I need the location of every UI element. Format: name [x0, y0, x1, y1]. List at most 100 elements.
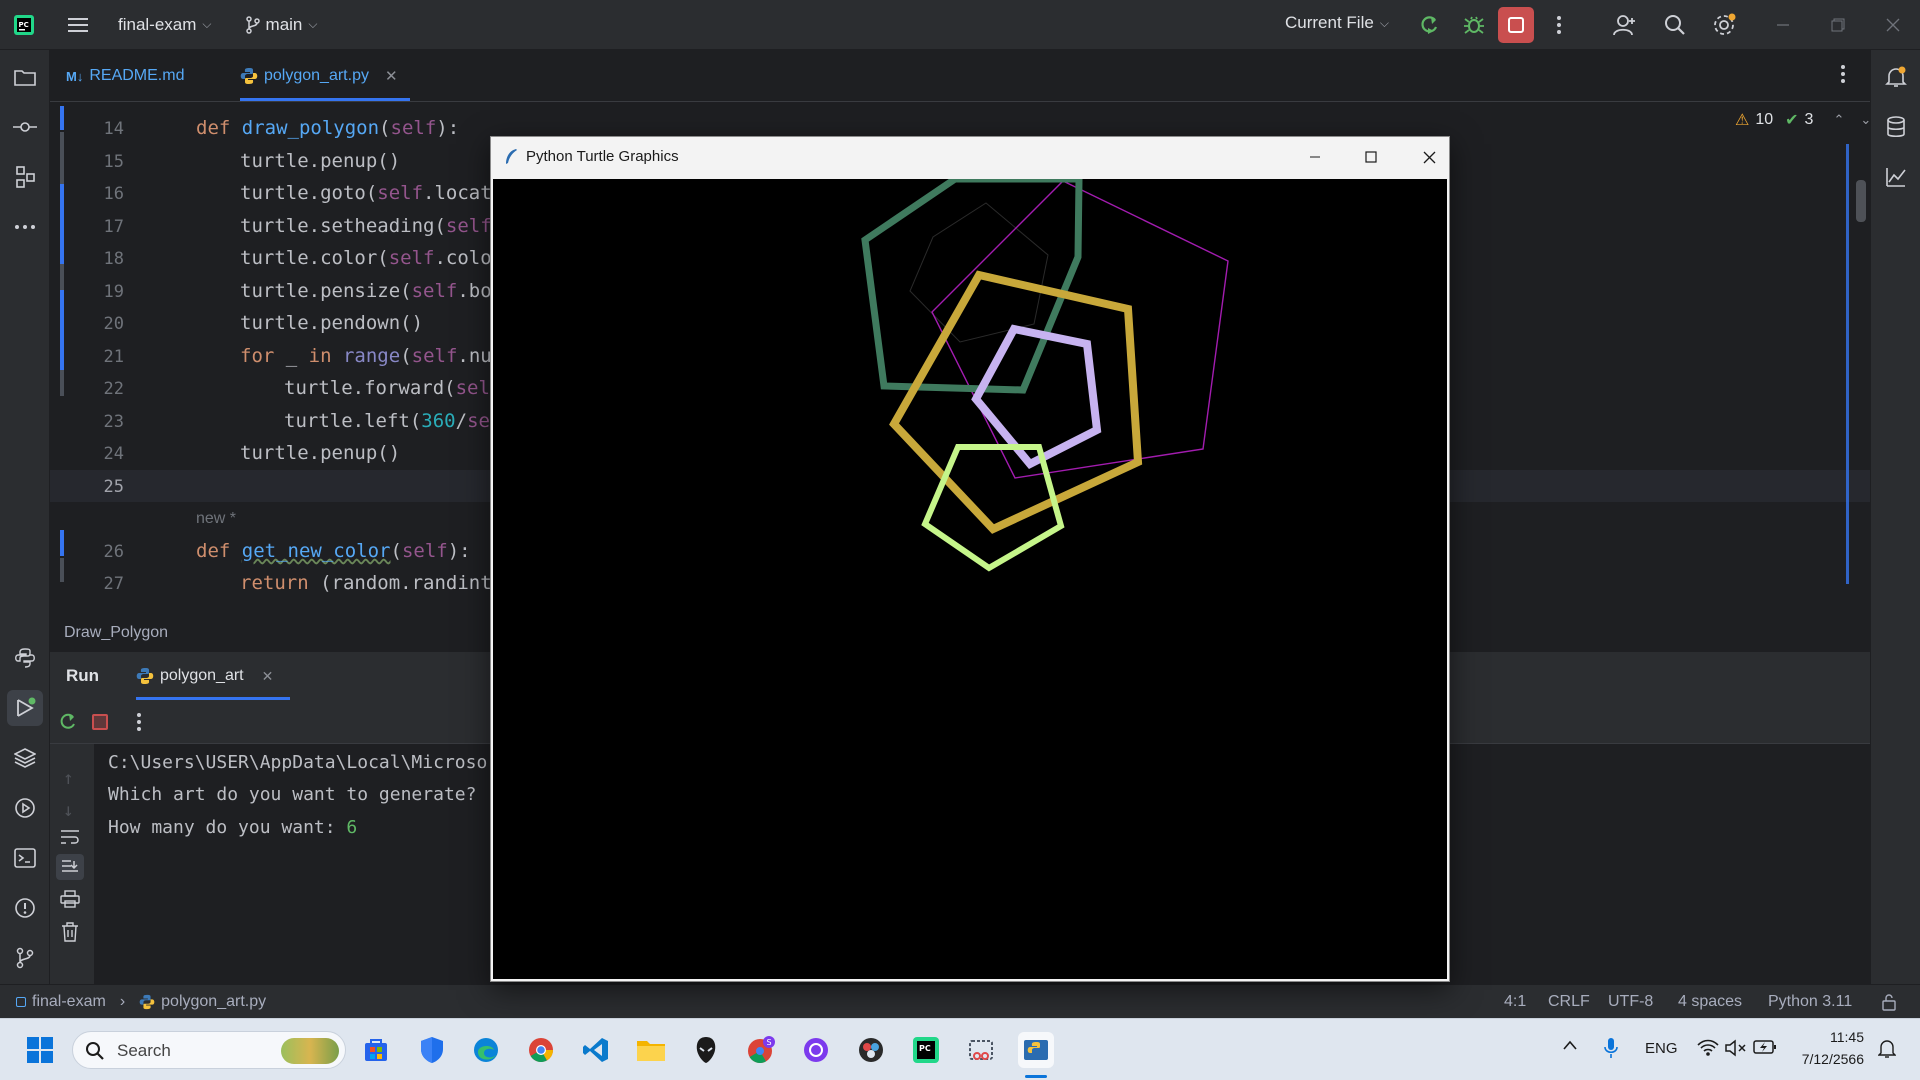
rerun-icon[interactable]: [1411, 7, 1447, 43]
security-shield-icon[interactable]: [414, 1032, 450, 1068]
error-stripe: [1846, 144, 1849, 584]
breadcrumb[interactable]: Draw_Polygon: [64, 624, 168, 642]
taskbar-search-box[interactable]: Search: [72, 1031, 346, 1069]
python-turtle-taskbar-icon[interactable]: [1018, 1032, 1054, 1068]
github-desktop-icon[interactable]: [798, 1032, 834, 1068]
window-restore-icon[interactable]: [1820, 7, 1856, 43]
services-icon[interactable]: [7, 790, 43, 826]
scroll-down-icon[interactable]: ↓: [63, 800, 74, 821]
python-console-icon[interactable]: [7, 640, 43, 676]
start-windows-icon[interactable]: [22, 1032, 58, 1068]
davinci-resolve-icon[interactable]: [853, 1032, 889, 1068]
git-icon[interactable]: [7, 940, 43, 976]
python-interpreter[interactable]: Python 3.11: [1768, 993, 1852, 1011]
turtle-canvas[interactable]: [493, 179, 1447, 979]
main-menu-icon[interactable]: [60, 7, 96, 43]
trash-icon[interactable]: [61, 922, 79, 942]
structure-icon[interactable]: [7, 159, 43, 195]
caret-position[interactable]: 4:1: [1504, 993, 1526, 1011]
chevron-down-icon[interactable]: ⌄: [1860, 112, 1871, 128]
tab-options-icon[interactable]: [1840, 64, 1846, 84]
close-tab-icon[interactable]: ✕: [262, 668, 274, 685]
print-icon[interactable]: [60, 890, 80, 908]
indent-setting[interactable]: 4 spaces: [1678, 993, 1742, 1011]
commit-icon[interactable]: [7, 109, 43, 145]
clock-time[interactable]: 11:45: [1790, 1029, 1864, 1045]
chrome-profile-icon[interactable]: S: [743, 1032, 779, 1068]
line-separator[interactable]: CRLF: [1548, 993, 1590, 1011]
branch-name: main: [265, 14, 303, 34]
more-actions-icon[interactable]: [1541, 7, 1577, 43]
vscode-icon[interactable]: [578, 1032, 614, 1068]
sciview-chart-icon[interactable]: [1878, 159, 1914, 195]
snipping-tool-icon[interactable]: [963, 1032, 999, 1068]
vcs-change-marker: [60, 132, 64, 184]
window-close-icon[interactable]: [1411, 147, 1447, 167]
code-line: turtle.penup(): [240, 150, 401, 172]
code-line: turtle.goto(self.locati: [240, 182, 504, 204]
pycharm-taskbar-icon[interactable]: PC: [908, 1032, 944, 1068]
search-icon[interactable]: [1657, 7, 1693, 43]
console-prompt: How many do you want:: [108, 817, 347, 838]
branch-selector[interactable]: main ⌵: [245, 14, 318, 35]
add-user-icon[interactable]: [1607, 7, 1643, 43]
soft-wrap-icon[interactable]: [60, 829, 80, 845]
window-minimize-icon[interactable]: [1297, 147, 1333, 167]
terminal-icon[interactable]: [7, 840, 43, 876]
editor-scrollbar-thumb[interactable]: [1856, 180, 1866, 222]
read-only-lock-icon[interactable]: [1880, 993, 1898, 1011]
debug-icon[interactable]: [1456, 7, 1492, 43]
file-encoding[interactable]: UTF-8: [1608, 993, 1653, 1011]
stop-icon[interactable]: [92, 714, 108, 730]
window-close-icon[interactable]: [1875, 7, 1911, 43]
more-tools-icon[interactable]: [7, 209, 43, 245]
status-breadcrumb[interactable]: final-exam › polygon_art.py: [16, 993, 266, 1011]
active-tab-indicator: [240, 98, 410, 101]
problems-icon[interactable]: [7, 890, 43, 926]
alienware-icon[interactable]: [688, 1032, 724, 1068]
edge-browser-icon[interactable]: [468, 1032, 504, 1068]
warning-icon: ⚠: [1735, 112, 1750, 129]
markdown-icon: M↓: [66, 68, 84, 84]
speaker-muted-icon[interactable]: [1725, 1039, 1747, 1057]
stop-button[interactable]: [1498, 7, 1534, 43]
chevron-up-icon[interactable]: ⌃: [1833, 112, 1844, 128]
rerun-icon[interactable]: [58, 712, 78, 732]
database-icon[interactable]: [1878, 109, 1914, 145]
code-line: for _ in range(self.num: [240, 345, 504, 367]
project-selector[interactable]: final-exam ⌵: [118, 15, 212, 35]
scroll-up-icon[interactable]: ↑: [63, 768, 74, 789]
window-maximize-icon[interactable]: [1353, 147, 1389, 167]
battery-charging-icon[interactable]: [1753, 1039, 1777, 1055]
close-tab-icon[interactable]: ✕: [385, 67, 398, 85]
tab-polygon-art[interactable]: polygon_art.py ✕: [240, 50, 398, 102]
feather-icon: [506, 149, 517, 164]
language-indicator[interactable]: ENG: [1645, 1040, 1678, 1057]
code-vision-hint[interactable]: new *: [196, 510, 236, 528]
window-minimize-icon[interactable]: [1765, 7, 1801, 43]
more-actions-icon[interactable]: [136, 712, 142, 732]
pycharm-logo-icon[interactable]: PC: [6, 7, 42, 43]
project-folder-icon[interactable]: [7, 59, 43, 95]
file-explorer-icon[interactable]: [633, 1032, 669, 1068]
turtle-graphics-window: Python Turtle Graphics: [490, 136, 1450, 982]
chrome-icon[interactable]: [523, 1032, 559, 1068]
clock-date[interactable]: 7/12/2566: [1790, 1051, 1864, 1067]
tab-readme[interactable]: M↓ README.md: [66, 50, 184, 102]
status-project: final-exam: [32, 993, 106, 1010]
turtle-window-title-bar[interactable]: Python Turtle Graphics: [491, 137, 1449, 177]
run-config-selector[interactable]: Current File ⌵: [1285, 13, 1389, 33]
inspections-widget[interactable]: ⚠ 10 ✔ 3 ⌃ ⌄: [1735, 110, 1871, 130]
microphone-icon[interactable]: [1604, 1037, 1618, 1059]
show-hidden-icons-icon[interactable]: [1562, 1039, 1578, 1051]
notifications-bell-icon[interactable]: [1878, 59, 1914, 95]
scroll-to-end-icon[interactable]: [56, 854, 84, 880]
wifi-icon[interactable]: [1697, 1039, 1719, 1057]
run-tool-icon[interactable]: [7, 690, 43, 726]
run-tab-polygon-art[interactable]: polygon_art ✕: [136, 652, 273, 700]
layers-icon[interactable]: [7, 740, 43, 776]
settings-gear-icon[interactable]: [1706, 7, 1742, 43]
microsoft-store-icon[interactable]: [358, 1032, 394, 1068]
line-number: 23: [103, 412, 124, 432]
notification-center-icon[interactable]: [1878, 1039, 1896, 1059]
